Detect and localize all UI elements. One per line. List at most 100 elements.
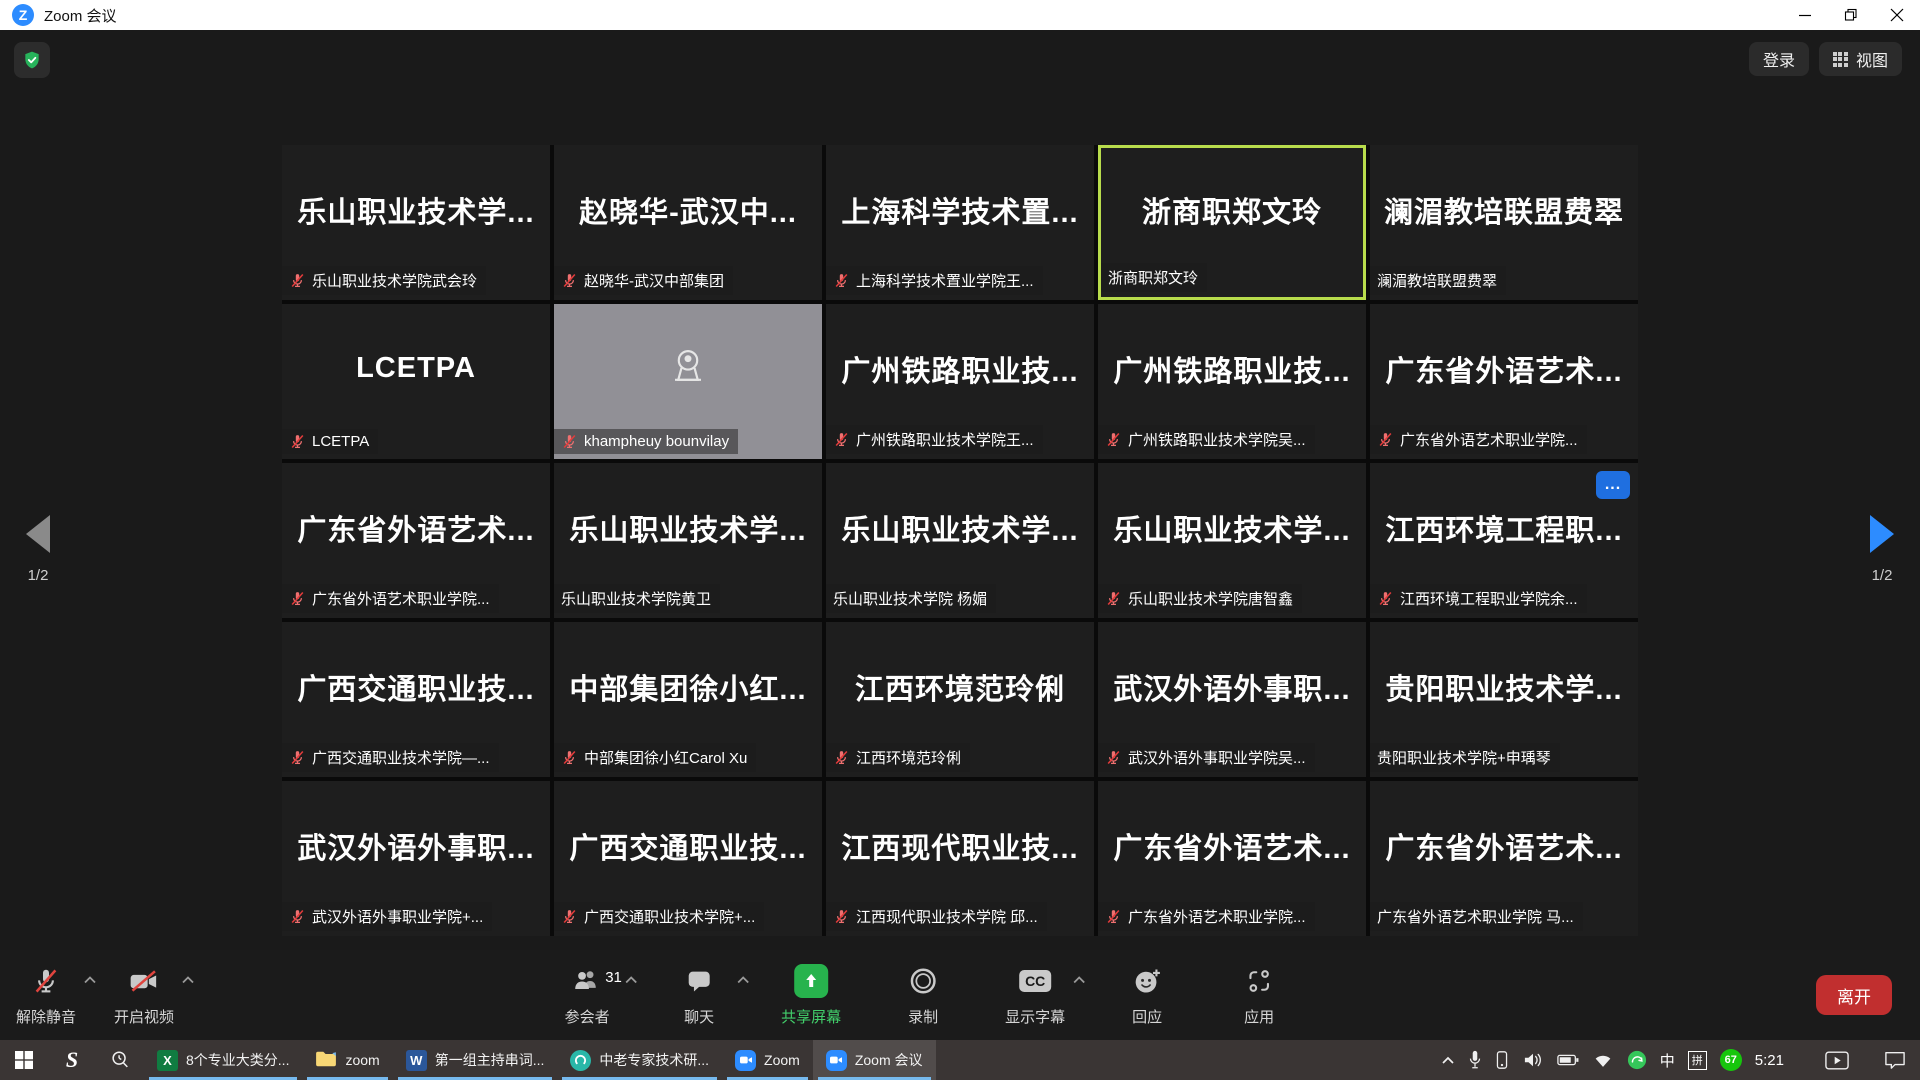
participant-name-badge: 江西环境范玲俐 xyxy=(826,743,970,772)
participant-tile[interactable]: 武汉外语外事职... 武汉外语外事职业学院吴... xyxy=(1098,622,1366,777)
taskbar-app-folder-zoom[interactable]: zoom xyxy=(302,1040,392,1080)
excel-icon: X xyxy=(157,1050,178,1071)
tray-speaker-icon[interactable] xyxy=(1522,1051,1544,1069)
share-screen-button[interactable]: 共享屏幕 xyxy=(779,963,843,1027)
participant-mic-muted-icon xyxy=(833,908,850,925)
taskbar-app-zoom-meeting[interactable]: Zoom 会议 xyxy=(813,1040,936,1080)
participant-name-text: 广州铁路职业技术学院王... xyxy=(856,429,1034,450)
tray-video-panel-icon[interactable] xyxy=(1825,1051,1849,1070)
ime-pinyin-icon[interactable]: 拼 xyxy=(1688,1051,1707,1070)
taskbar-app-label: 中老专家技术研... xyxy=(599,1050,709,1070)
taskbar-app-zoom[interactable]: Zoom xyxy=(722,1040,813,1080)
tray-mic-icon[interactable] xyxy=(1468,1050,1482,1070)
minimize-button[interactable] xyxy=(1782,0,1828,30)
close-button[interactable] xyxy=(1874,0,1920,30)
notification-center-icon[interactable] xyxy=(1884,1050,1906,1070)
page-indicator-right: 1/2 xyxy=(1852,567,1912,584)
previous-page-control[interactable]: 1/2 xyxy=(8,515,68,584)
start-button[interactable] xyxy=(0,1040,48,1080)
ime-language-indicator[interactable]: 中 xyxy=(1660,1050,1675,1071)
participant-name-badge: 广东省外语艺术职业学院... xyxy=(1370,425,1587,454)
search-icon[interactable] xyxy=(96,1040,144,1080)
participant-tile[interactable]: 乐山职业技术学... 乐山职业技术学院黄卫 xyxy=(554,463,822,618)
taskbar-app-excel[interactable]: X 8个专业大类分... xyxy=(144,1040,302,1080)
participant-tile[interactable]: 广西交通职业技... 广西交通职业技术学院+... xyxy=(554,781,822,936)
tray-green-app-icon[interactable] xyxy=(1627,1050,1647,1070)
participant-tile[interactable]: 广州铁路职业技... 广州铁路职业技术学院王... xyxy=(826,304,1094,459)
participant-mic-muted-icon xyxy=(833,749,850,766)
participant-tile[interactable]: 武汉外语外事职... 武汉外语外事职业学院+... xyxy=(282,781,550,936)
participant-tile[interactable]: 广东省外语艺术... 广东省外语艺术职业学院 马... xyxy=(1370,781,1638,936)
participant-display-name: 澜湄教培联盟费翠 xyxy=(1370,145,1638,274)
participant-tile[interactable]: ... 江西环境工程职... 江西环境工程职业学院余... xyxy=(1370,463,1638,618)
taskbar-app-word[interactable]: W 第一组主持串词... xyxy=(393,1040,558,1080)
participant-tile[interactable]: 澜湄教培联盟费翠 澜湄教培联盟费翠 xyxy=(1370,145,1638,300)
participant-tile[interactable]: 乐山职业技术学... 乐山职业技术学院唐智鑫 xyxy=(1098,463,1366,618)
leave-meeting-button[interactable]: 离开 xyxy=(1816,975,1892,1015)
participant-name-badge: 乐山职业技术学院黄卫 xyxy=(554,584,720,613)
login-button[interactable]: 登录 xyxy=(1749,42,1809,76)
participants-icon xyxy=(571,963,603,999)
participant-name-text: 武汉外语外事职业学院吴... xyxy=(1128,747,1306,768)
tray-wifi-icon[interactable] xyxy=(1592,1052,1614,1069)
participant-tile[interactable]: 广东省外语艺术... 广东省外语艺术职业学院... xyxy=(1370,304,1638,459)
reactions-button[interactable]: 回应 xyxy=(1115,963,1179,1027)
windows-taskbar: S X 8个专业大类分... zoom W 第一组主持串词... 中老专家技术研… xyxy=(0,1040,1920,1080)
participant-tile[interactable]: 赵晓华-武汉中... 赵晓华-武汉中部集团 xyxy=(554,145,822,300)
video-options-caret[interactable] xyxy=(182,971,194,988)
taskbar-app-label: Zoom xyxy=(764,1052,800,1068)
participant-tile[interactable]: 广东省外语艺术... 广东省外语艺术职业学院... xyxy=(1098,781,1366,936)
participants-button[interactable]: 31 参会者 xyxy=(555,963,619,1027)
participant-name-text: 浙商职郑文玲 xyxy=(1108,267,1198,288)
participant-tile[interactable]: 乐山职业技术学... 乐山职业技术学院武会玲 xyxy=(282,145,550,300)
captions-button[interactable]: CC 显示字幕 xyxy=(1003,963,1067,1027)
view-button[interactable]: 视图 xyxy=(1819,42,1902,76)
participant-tile[interactable]: 江西环境范玲俐 江西环境范玲俐 xyxy=(826,622,1094,777)
participant-tile[interactable]: 中部集团徐小红... 中部集团徐小红Carol Xu xyxy=(554,622,822,777)
participant-name-badge: 广西交通职业技术学院+... xyxy=(554,902,764,931)
participant-name-text: 乐山职业技术学院武会玲 xyxy=(312,270,477,291)
restore-button[interactable] xyxy=(1828,0,1874,30)
start-video-label: 开启视频 xyxy=(114,1006,174,1027)
record-button[interactable]: 录制 xyxy=(891,963,955,1027)
participant-tile[interactable]: 广州铁路职业技... 广州铁路职业技术学院吴... xyxy=(1098,304,1366,459)
tray-show-hidden-icons[interactable] xyxy=(1441,1055,1455,1065)
participant-tile[interactable]: 广西交通职业技... 广西交通职业技术学院—... xyxy=(282,622,550,777)
tray-device-icon[interactable] xyxy=(1495,1050,1509,1070)
participant-mic-muted-icon xyxy=(833,431,850,448)
reactions-label: 回应 xyxy=(1132,1006,1162,1027)
chat-button[interactable]: 聊天 xyxy=(667,963,731,1027)
participant-tile[interactable]: LCETPA LCETPA xyxy=(282,304,550,459)
captions-options-caret[interactable] xyxy=(1073,971,1085,988)
participant-tile[interactable]: khampheuy bounvilay xyxy=(554,304,822,459)
previous-page-arrow-icon[interactable] xyxy=(26,515,50,553)
participant-display-name: 广东省外语艺术... xyxy=(1370,781,1638,910)
apps-button[interactable]: 应用 xyxy=(1227,963,1291,1027)
taskbar-app-teal[interactable]: 中老专家技术研... xyxy=(557,1040,722,1080)
next-page-arrow-icon[interactable] xyxy=(1870,515,1894,553)
security-shield-icon[interactable] xyxy=(14,42,50,78)
s-app-icon[interactable]: S xyxy=(48,1040,96,1080)
participant-tile[interactable]: 浙商职郑文玲 浙商职郑文玲 xyxy=(1098,145,1366,300)
participant-mic-muted-icon xyxy=(833,272,850,289)
participant-display-name: 广东省外语艺术... xyxy=(282,463,550,592)
unmute-options-caret[interactable] xyxy=(84,971,96,988)
participant-display-name: 浙商职郑文玲 xyxy=(1101,148,1363,271)
participant-name-text: 广西交通职业技术学院—... xyxy=(312,747,490,768)
participant-name-badge: 赵晓华-武汉中部集团 xyxy=(554,266,733,295)
participant-tile[interactable]: 江西现代职业技... 江西现代职业技术学院 邱... xyxy=(826,781,1094,936)
unmute-button[interactable]: 解除静音 xyxy=(14,963,78,1027)
page-indicator-left: 1/2 xyxy=(8,567,68,584)
participants-options-caret[interactable] xyxy=(625,971,637,988)
participant-tile[interactable]: 乐山职业技术学... 乐山职业技术学院 杨媚 xyxy=(826,463,1094,618)
apps-label: 应用 xyxy=(1244,1006,1274,1027)
next-page-control[interactable]: 1/2 xyxy=(1852,515,1912,584)
participant-tile[interactable]: 广东省外语艺术... 广东省外语艺术职业学院... xyxy=(282,463,550,618)
clock[interactable]: 5:21 xyxy=(1755,1052,1784,1069)
chat-options-caret[interactable] xyxy=(737,971,749,988)
participant-tile[interactable]: 贵阳职业技术学... 贵阳职业技术学院+申瑀琴 xyxy=(1370,622,1638,777)
participant-tile[interactable]: 上海科学技术置... 上海科学技术置业学院王... xyxy=(826,145,1094,300)
start-video-button[interactable]: 开启视频 xyxy=(112,963,176,1027)
tray-battery-icon[interactable] xyxy=(1557,1053,1579,1067)
battery-percent-badge[interactable]: 67 xyxy=(1720,1049,1742,1071)
